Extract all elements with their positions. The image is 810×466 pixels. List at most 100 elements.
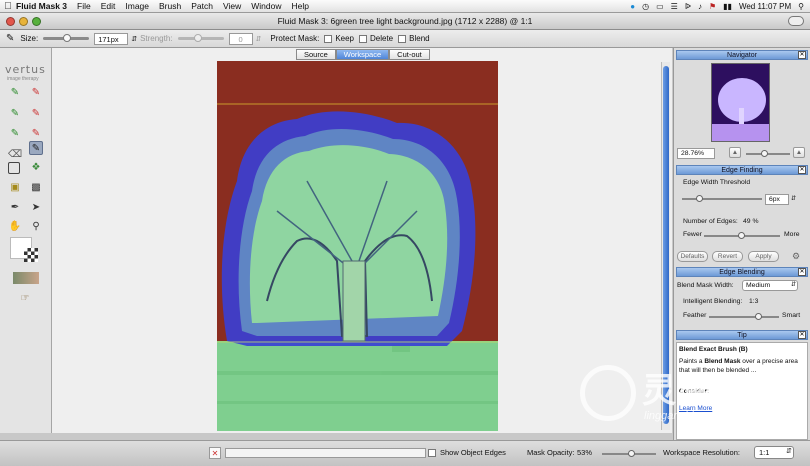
navigator-thumbnail[interactable] (711, 63, 770, 142)
close-window-icon[interactable] (6, 17, 15, 26)
tip-body: Blend Exact Brush (B) Paints a Blend Mas… (676, 342, 808, 440)
eraser-icon[interactable]: ⌫ (8, 147, 22, 161)
blend-mask-width-select[interactable]: Medium (742, 280, 798, 291)
keep-brush-icon[interactable]: ✎ (8, 85, 22, 99)
scrollbar-thumb[interactable] (663, 66, 669, 424)
edge-width-field[interactable]: 6px (765, 194, 789, 205)
menubar-status-area: ● ◷ ▭ ☰ ᐉ ♪ ⚑ ▮▮ Wed 11:07 PM ⚲ (630, 2, 810, 11)
edge-finding-header[interactable]: Edge Finding ✕ (676, 165, 808, 175)
toolbar-toggle-button[interactable] (788, 16, 804, 26)
edge-width-slider[interactable] (682, 195, 762, 202)
timemachine-icon[interactable]: ◷ (642, 2, 649, 11)
right-panel: Navigator ✕ 28.76% ▲ ▲ Edge Finding ✕ Ed… (673, 48, 810, 440)
menu-image[interactable]: Image (125, 1, 149, 11)
stop-icon[interactable]: ✕ (209, 447, 221, 459)
number-of-edges-slider[interactable] (704, 232, 780, 239)
tab-workspace[interactable]: Workspace (335, 49, 390, 60)
bluetooth-icon[interactable]: ᐉ (685, 2, 691, 11)
navigator-header[interactable]: Navigator ✕ (676, 50, 808, 60)
camera-icon[interactable]: ▩ (29, 180, 43, 194)
edge-blending-header[interactable]: Edge Blending ✕ (676, 267, 808, 277)
menu-edit[interactable]: Edit (101, 1, 116, 11)
display-icon[interactable]: ▭ (656, 2, 664, 11)
blend-checkbox[interactable] (398, 34, 407, 43)
transparency-swatch[interactable] (24, 248, 38, 262)
navigator-zoom-slider[interactable] (746, 150, 790, 157)
size-slider[interactable] (43, 34, 90, 42)
menu-brush[interactable]: Brush (159, 1, 181, 11)
keep-fill-brush-icon[interactable]: ✎ (8, 126, 22, 140)
menu-patch[interactable]: Patch (191, 1, 213, 11)
settings-gear-icon[interactable]: ⚙ (792, 251, 800, 262)
blend-exact-brush-icon[interactable]: ✎ (29, 141, 43, 155)
fill-tool-icon[interactable]: ▣ (8, 180, 22, 194)
edge-width-label: Edge Width Threshold (683, 179, 751, 186)
navigator-close-icon[interactable]: ✕ (798, 51, 806, 59)
learn-more-link[interactable]: Learn More (679, 404, 805, 413)
hand-icon[interactable]: ✋ (8, 219, 22, 233)
skype-icon[interactable]: ● (630, 2, 635, 11)
window-titlebar: Fluid Mask 3: 6green tree light backgrou… (0, 13, 810, 30)
patch-tool-icon[interactable]: ❖ (29, 160, 43, 174)
vertus-logo-subtitle: image therapy (7, 76, 39, 82)
wifi-icon[interactable]: ☰ (671, 2, 678, 11)
volume-icon[interactable]: ♪ (698, 2, 702, 11)
delete-brush-icon[interactable]: ✎ (29, 85, 43, 99)
spotlight-icon[interactable]: ⚲ (798, 2, 804, 11)
zoom-in-button[interactable]: ▲ (793, 147, 805, 158)
delete-checkbox[interactable] (359, 34, 367, 43)
tab-source[interactable]: Source (296, 49, 336, 60)
strength-stepper-icon[interactable]: ⇵ (256, 35, 262, 43)
workspace-image[interactable] (217, 61, 498, 431)
rectangle-tool-icon[interactable] (8, 162, 20, 174)
tip-header[interactable]: Tip ✕ (676, 330, 808, 340)
strength-label: Strength: (140, 34, 173, 43)
minimize-window-icon[interactable] (19, 17, 28, 26)
app-menu[interactable]: Fluid Mask 3 (16, 1, 67, 11)
edge-blending-close-icon[interactable]: ✕ (798, 268, 806, 276)
edge-finding-title: Edge Finding (721, 167, 763, 174)
intelligent-blending-value: 1:3 (749, 298, 759, 305)
zoom-icon[interactable]: ⚲ (29, 219, 43, 233)
size-field[interactable]: 171px (94, 32, 129, 45)
intelligent-blending-slider[interactable] (709, 313, 779, 320)
edge-blending-title: Edge Blending (719, 269, 765, 276)
size-stepper-icon[interactable]: ⇵ (131, 35, 137, 43)
zoom-out-button[interactable]: ▲ (729, 147, 741, 158)
show-object-edges-checkbox[interactable] (428, 449, 436, 457)
hand-brush-icon[interactable]: ☞ (18, 291, 32, 305)
keep-local-brush-icon[interactable]: ✎ (8, 106, 22, 120)
menu-help[interactable]: Help (291, 1, 308, 11)
zoom-field[interactable]: 28.76% (677, 148, 715, 159)
delete-local-brush-icon[interactable]: ✎ (29, 106, 43, 120)
zoom-window-icon[interactable] (32, 17, 41, 26)
revert-button[interactable]: Revert (712, 251, 743, 262)
window-title: Fluid Mask 3: 6green tree light backgrou… (277, 16, 533, 26)
edge-width-stepper-icon[interactable]: ⇵ (791, 195, 796, 202)
eyedropper-icon[interactable]: ✒ (8, 200, 22, 214)
strength-field[interactable]: 0 (228, 32, 253, 45)
edge-finding-close-icon[interactable]: ✕ (798, 166, 806, 174)
tip-close-icon[interactable]: ✕ (798, 331, 806, 339)
defaults-button[interactable]: Defaults (677, 251, 708, 262)
tab-cut-out[interactable]: Cut-out (389, 49, 430, 60)
apply-button[interactable]: Apply (748, 251, 779, 262)
workspace-scrollbar[interactable] (661, 62, 670, 430)
pointer-icon[interactable]: ➤ (29, 200, 43, 214)
clock[interactable]: Wed 11:07 PM (739, 2, 791, 11)
blend-mask-width-chevron-icon[interactable]: ⇵ (791, 281, 796, 288)
menu-file[interactable]: File (77, 1, 91, 11)
keep-checkbox[interactable] (324, 34, 333, 43)
strength-slider[interactable] (177, 34, 224, 42)
menu-window[interactable]: Window (251, 1, 281, 11)
navigator-title: Navigator (727, 52, 757, 59)
resolution-chevron-icon[interactable]: ⇵ (786, 447, 792, 455)
apple-menu-icon[interactable]:  (0, 1, 16, 12)
mask-opacity-slider[interactable] (602, 450, 656, 457)
menubar:  Fluid Mask 3 File Edit Image Brush Pat… (0, 0, 810, 13)
delete-fill-brush-icon[interactable]: ✎ (29, 126, 43, 140)
flag-icon[interactable]: ⚑ (709, 2, 716, 11)
view-mode-thumbnail[interactable] (13, 272, 39, 284)
battery-icon[interactable]: ▮▮ (723, 2, 732, 11)
menu-view[interactable]: View (223, 1, 241, 11)
